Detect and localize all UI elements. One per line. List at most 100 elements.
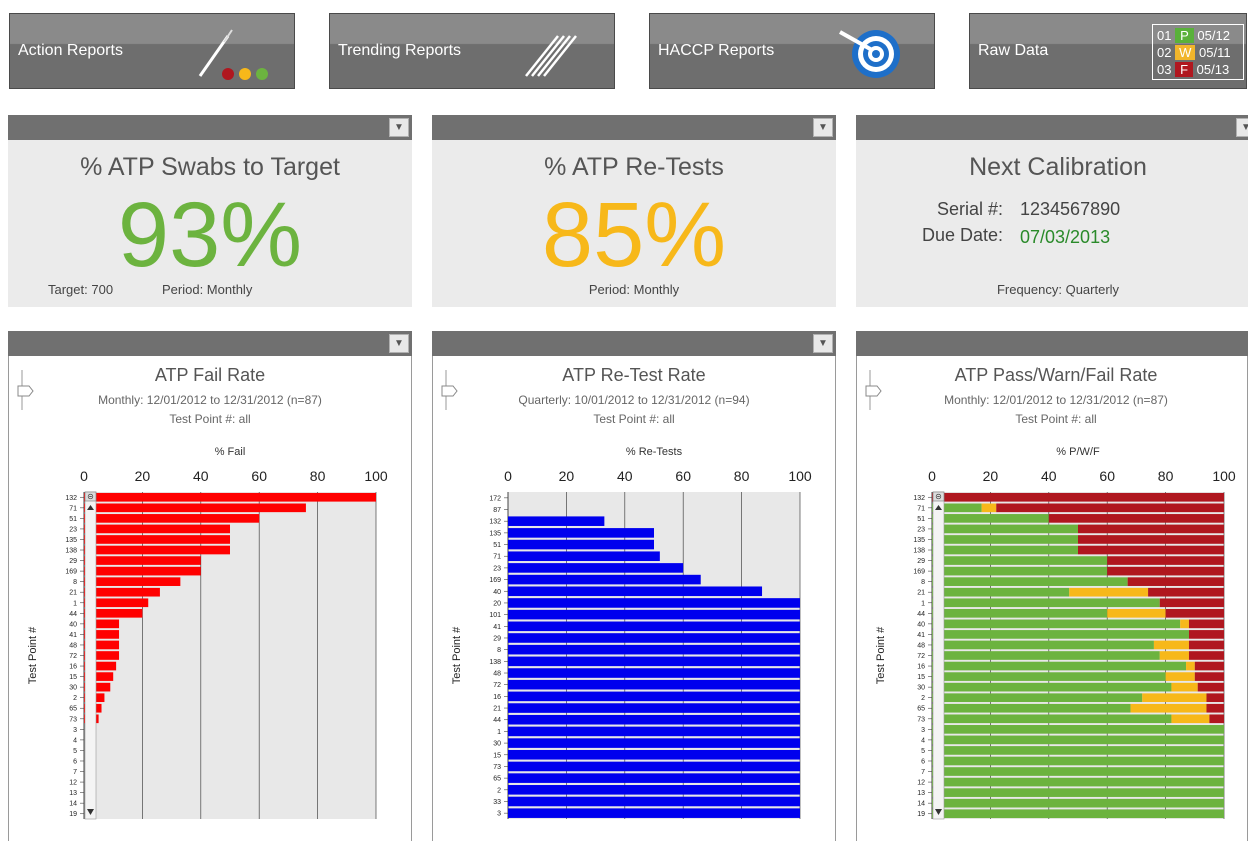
x-tick-label: 80 xyxy=(1158,468,1174,484)
raw-row-code: F xyxy=(1175,62,1194,77)
bar-segment-fail xyxy=(1127,577,1224,586)
y-tick-label: 5 xyxy=(73,748,77,755)
y-tick-label: 14 xyxy=(917,801,925,808)
bar-segment-fail xyxy=(1159,598,1224,608)
bar-segment-warn xyxy=(1107,608,1166,618)
y-tick-label: 132 xyxy=(489,519,501,526)
bar xyxy=(508,516,605,526)
bar xyxy=(84,492,376,502)
kpi-value: 85% xyxy=(541,184,727,286)
panel-dropdown-button[interactable]: ▼ xyxy=(1236,118,1248,137)
bar xyxy=(508,808,800,818)
y-tick-label: 8 xyxy=(921,579,925,586)
fail-rate-chart: % Fail0 20 40 60 80 1001327151231351382916982… xyxy=(27,446,388,820)
panel-dropdown-button[interactable]: ▼ xyxy=(389,118,409,137)
y-tick-label: 72 xyxy=(917,653,925,660)
bar-segment-fail xyxy=(1078,535,1224,544)
y-tick-label: 44 xyxy=(917,611,925,618)
bar xyxy=(508,656,800,667)
y-tick-label: 23 xyxy=(493,565,501,572)
raw-row-num: 02 xyxy=(1157,45,1172,60)
y-tick-label: 15 xyxy=(917,674,925,681)
bar-segment-pass xyxy=(932,809,1224,819)
y-tick-label: 8 xyxy=(73,579,77,586)
bar-segment-pass xyxy=(932,640,1154,650)
bar-segment-pass xyxy=(932,714,1172,724)
panel-dropdown-button[interactable]: ▼ xyxy=(813,118,833,137)
raw-data-button[interactable]: Raw Data 01 P 05/12 02 W 05/11 03 F 05/1… xyxy=(969,13,1247,89)
y-tick-label: 30 xyxy=(917,685,925,692)
bar-segment-pass xyxy=(932,651,1160,660)
bar-segment-pass xyxy=(932,788,1224,797)
y-tick-label: 73 xyxy=(493,764,501,771)
data-table-icon: 01 P 05/12 02 W 05/11 03 F 05/13 xyxy=(1152,24,1244,80)
haccp-reports-button[interactable]: HACCP Reports xyxy=(649,13,935,89)
panel-header: ▼ xyxy=(8,115,412,140)
x-tick-label: 20 xyxy=(559,468,575,484)
bar-segment-pass xyxy=(932,767,1224,776)
y-tick-label: 40 xyxy=(69,621,77,628)
y-tick-label: 87 xyxy=(493,507,501,514)
y-tick-label: 21 xyxy=(493,706,501,713)
action-reports-label: Action Reports xyxy=(18,42,123,59)
y-tick-label: 71 xyxy=(69,505,77,512)
chart-title: ATP Fail Rate xyxy=(154,365,266,385)
bar-segment-fail xyxy=(1188,651,1224,660)
bar-segment-pass xyxy=(932,682,1172,692)
bar xyxy=(508,621,800,632)
bar-segment-fail xyxy=(1209,714,1224,724)
trending-reports-button[interactable]: Trending Reports xyxy=(329,13,615,89)
bar-segment-pass xyxy=(932,587,1070,597)
y-tick-label: 19 xyxy=(69,811,77,818)
bar xyxy=(508,563,684,573)
y-tick-label: 48 xyxy=(69,642,77,649)
y-tick-label: 3 xyxy=(921,727,925,734)
y-tick-label: 172 xyxy=(489,495,501,502)
bar-segment-fail xyxy=(1194,661,1224,671)
panel-dropdown-button[interactable]: ▼ xyxy=(813,334,833,353)
chart-testpoint: Test Point #: all xyxy=(1015,412,1097,426)
target-icon xyxy=(839,30,900,78)
bar-segment-warn xyxy=(1180,619,1189,629)
y-tick-label: 73 xyxy=(917,716,925,723)
bar-segment-pass xyxy=(932,630,1189,639)
bar xyxy=(508,761,800,772)
scrollbar-track xyxy=(84,491,97,820)
y-tick-label: 41 xyxy=(69,632,77,639)
bar-segment-fail xyxy=(1206,693,1224,703)
bar xyxy=(84,577,181,586)
y-tick-label: 48 xyxy=(493,671,501,678)
y-tick-label: 6 xyxy=(921,758,925,765)
x-tick-label: 100 xyxy=(364,468,388,484)
y-tick-label: 4 xyxy=(921,737,925,744)
bar-segment-pass xyxy=(932,608,1108,618)
x-tick-label: 60 xyxy=(251,468,267,484)
y-tick-label: 14 xyxy=(69,801,77,808)
y-tick-label: 138 xyxy=(913,548,925,555)
y-tick-label: 13 xyxy=(917,790,925,797)
bar xyxy=(508,691,800,702)
bar-segment-fail xyxy=(1107,556,1224,565)
action-reports-button[interactable]: Action Reports xyxy=(9,13,295,89)
y-tick-label: 65 xyxy=(917,706,925,713)
bar-segment-warn xyxy=(1186,661,1195,671)
y-tick-label: 12 xyxy=(917,780,925,787)
bar xyxy=(508,749,800,760)
bar-segment-pass xyxy=(932,798,1224,808)
bar-segment-pass xyxy=(932,693,1143,703)
x-tick-label: 60 xyxy=(1099,468,1115,484)
y-tick-label: 1 xyxy=(921,600,925,607)
calibration-frequency: Frequency: Quarterly xyxy=(996,282,1120,297)
kpi-title: % ATP Swabs to Target xyxy=(80,153,340,181)
bar-segment-fail xyxy=(1188,640,1224,650)
panel-dropdown-button[interactable]: ▼ xyxy=(389,334,409,353)
bar-segment-pass xyxy=(932,703,1131,713)
x-tick-label: 40 xyxy=(1041,468,1057,484)
y-axis-title: Test Point # xyxy=(875,626,887,684)
y-tick-label: 169 xyxy=(913,569,925,576)
x-tick-label: 40 xyxy=(193,468,209,484)
y-tick-label: 72 xyxy=(493,682,501,689)
bar-segment-warn xyxy=(1171,682,1198,692)
y-tick-label: 169 xyxy=(65,569,77,576)
bar xyxy=(508,738,800,748)
